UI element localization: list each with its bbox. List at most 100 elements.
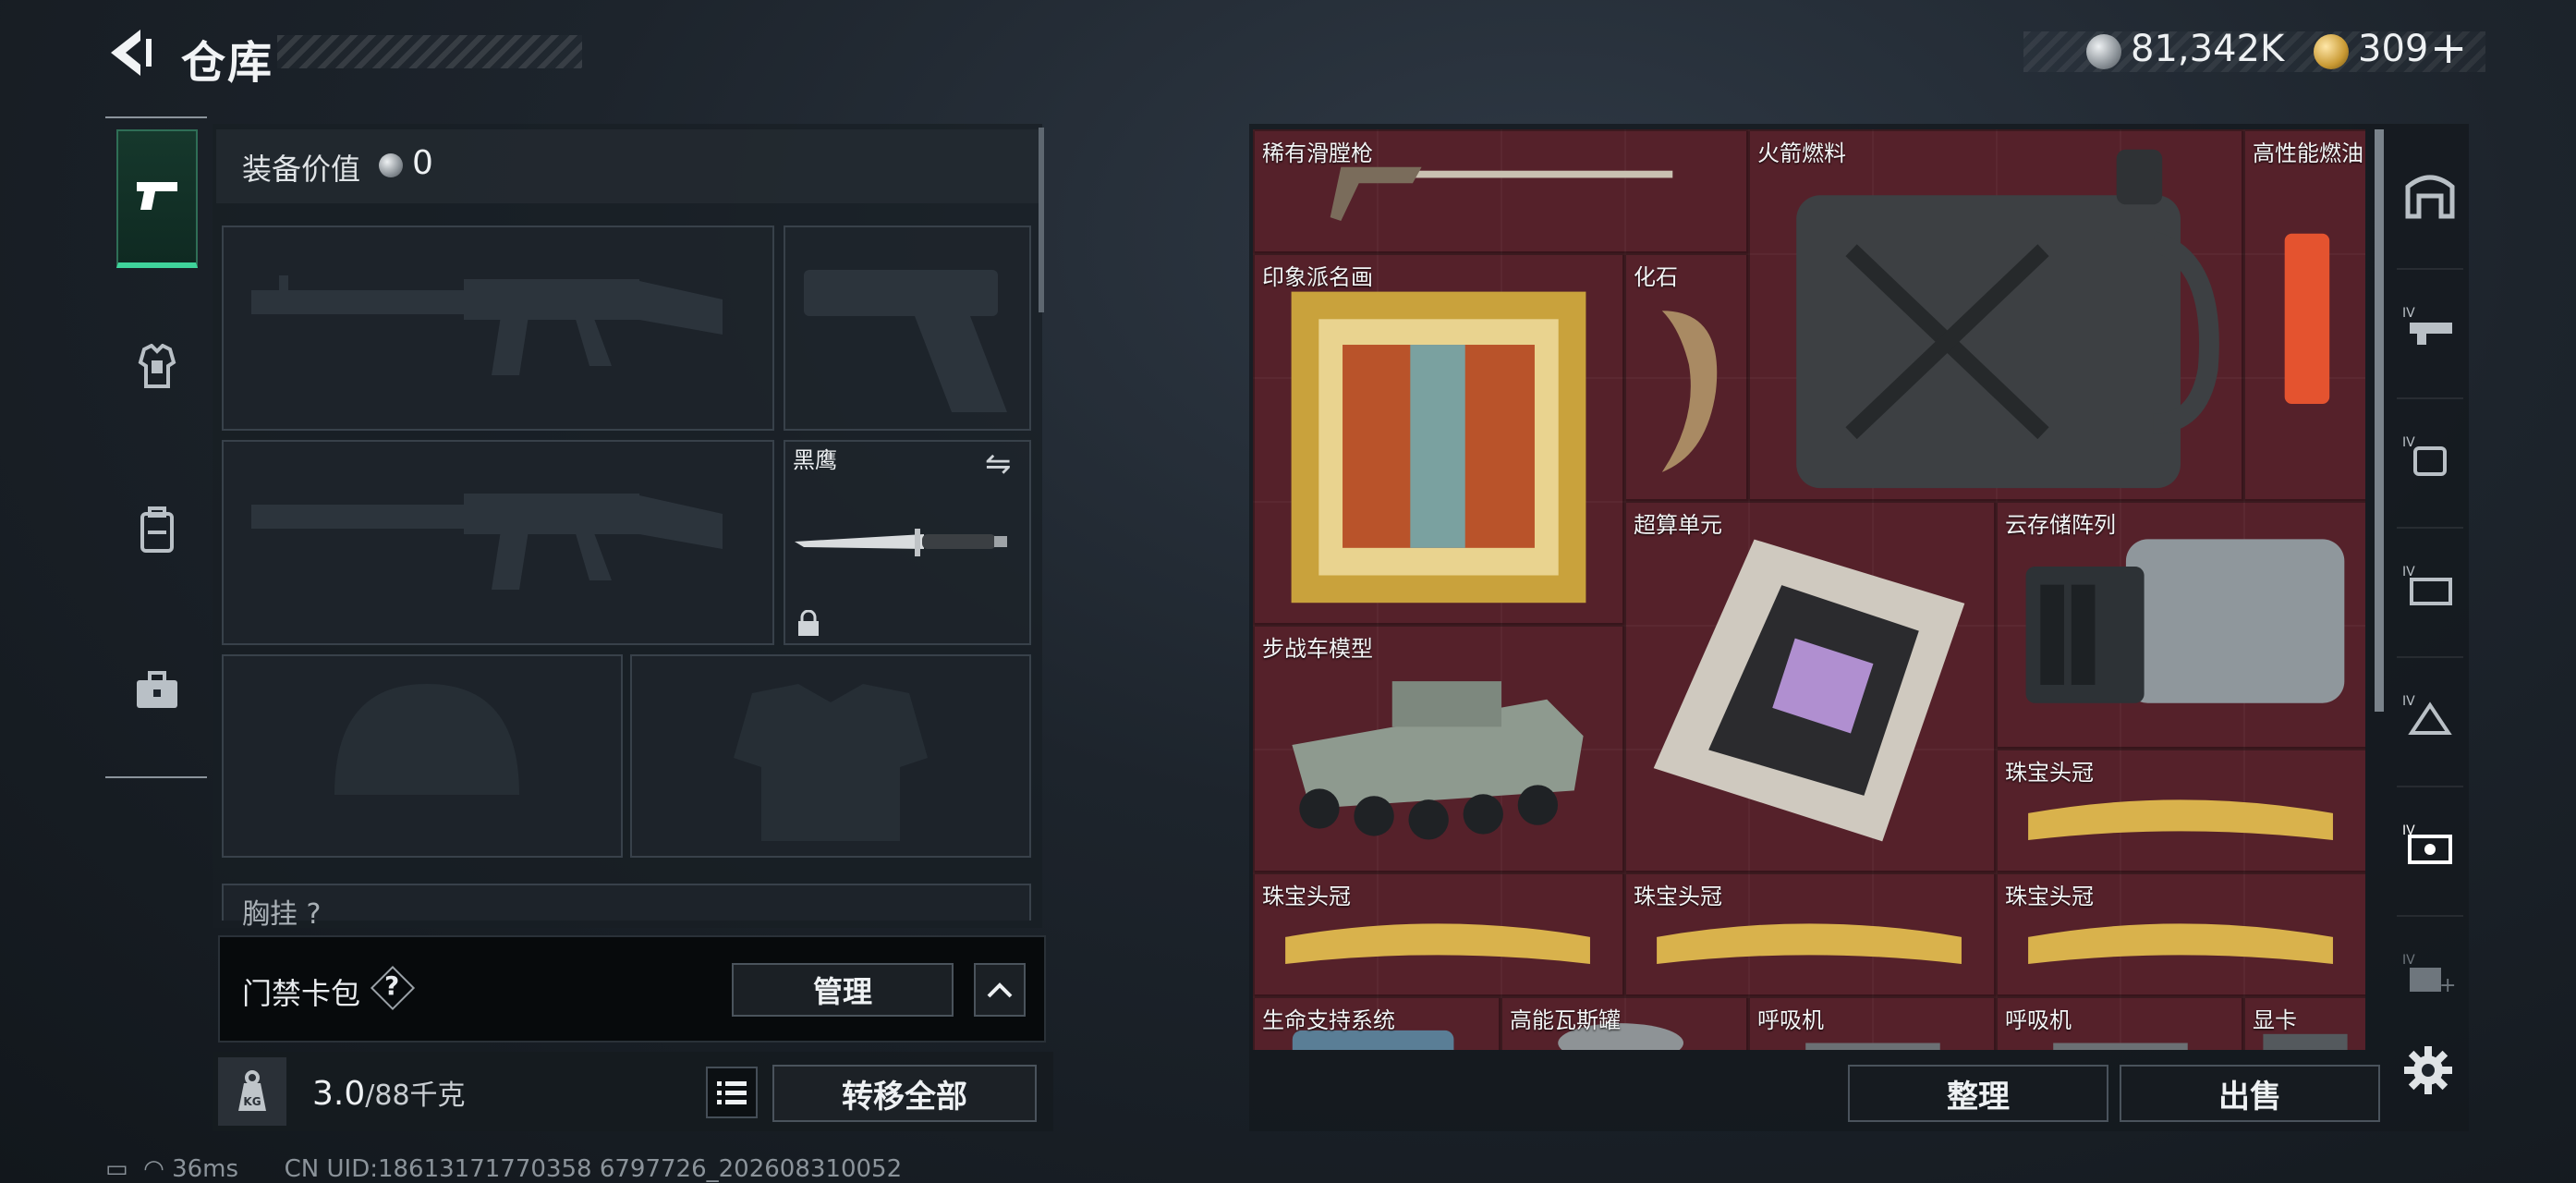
- equip-value: 0: [412, 144, 433, 182]
- stash-folder-icon: IV: [2402, 565, 2452, 605]
- stash-scrollbar[interactable]: [2375, 129, 2384, 712]
- uid-readout: CN UID:18613171770358 6797726_2026083100…: [284, 1155, 903, 1183]
- svg-text:IV: IV: [2402, 435, 2415, 450]
- add-stash-icon: IV +: [2402, 953, 2456, 995]
- lock-icon: [796, 609, 820, 641]
- storage-array-icon: [2025, 539, 2345, 703]
- loadout-scrollbar[interactable]: [1039, 128, 1044, 312]
- item-label: 珠宝头冠: [1634, 884, 1722, 909]
- item-label: 火箭燃料: [1757, 140, 1846, 166]
- stash-item[interactable]: 高能瓦斯罐: [1501, 996, 1748, 1050]
- weight-readout: 3.0/88千克: [312, 1072, 466, 1113]
- vest-slot[interactable]: [630, 654, 1031, 858]
- item-label: 云存储阵列: [2005, 512, 2116, 538]
- battery-icon: ▭: [105, 1155, 128, 1183]
- svg-text:+: +: [2439, 974, 2456, 995]
- sell-button[interactable]: 出售: [2120, 1065, 2380, 1122]
- stash-item[interactable]: 火箭燃料: [1748, 129, 2243, 501]
- item-label: 呼吸机: [2005, 1007, 2072, 1033]
- stash-item[interactable]: 超算单元: [1624, 501, 1996, 872]
- equip-value-label: 装备价值: [242, 152, 361, 187]
- warehouse-icon: [2405, 175, 2455, 219]
- sort-button[interactable]: 整理: [1848, 1065, 2108, 1122]
- swap-icon[interactable]: ⇋: [985, 445, 1012, 482]
- weight-icon: KG: [218, 1057, 286, 1126]
- item-label: 印象派名画: [1262, 264, 1373, 290]
- stash-item[interactable]: 珠宝头冠: [1624, 872, 1996, 996]
- stash-tab-4[interactable]: IV: [2397, 656, 2463, 769]
- briefcase-icon: [137, 671, 177, 708]
- stash-gun-icon: IV: [2402, 306, 2452, 345]
- gold-coin-icon: [2314, 34, 2349, 69]
- stash-tab-5[interactable]: IV: [2397, 786, 2463, 898]
- stash-item[interactable]: 珠宝头冠: [1253, 872, 1624, 996]
- add-currency-button[interactable]: +: [2430, 22, 2467, 74]
- stash-tab-1[interactable]: IV: [2397, 268, 2463, 381]
- nav-tab-weapons[interactable]: [116, 129, 198, 268]
- stash-item[interactable]: 呼吸机: [1996, 996, 2243, 1050]
- svg-text:IV: IV: [2402, 565, 2415, 579]
- transfer-all-button[interactable]: 转移全部: [772, 1065, 1037, 1122]
- svg-text:IV: IV: [2402, 953, 2415, 968]
- back-arrow-icon: [111, 30, 152, 76]
- stash-item[interactable]: 步战车模型: [1253, 625, 1624, 872]
- stash-item[interactable]: 珠宝头冠: [1996, 872, 2365, 996]
- stash-tab-main[interactable]: [2397, 139, 2463, 250]
- collapse-button[interactable]: [974, 963, 1026, 1017]
- page-title: 仓库: [181, 37, 274, 89]
- nav-tab-backpack[interactable]: [116, 460, 198, 599]
- helmet-slot[interactable]: [222, 654, 623, 858]
- item-label: 珠宝头冠: [1262, 884, 1351, 909]
- list-view-button[interactable]: [706, 1067, 758, 1118]
- stash-item[interactable]: 高性能燃油: [2243, 129, 2365, 501]
- ping-readout: 36ms: [172, 1155, 239, 1183]
- back-button[interactable]: [103, 24, 155, 81]
- supercomputer-board-icon: [1653, 539, 1965, 842]
- primary-weapon-slot-1[interactable]: [222, 226, 774, 431]
- rifle-silhouette-icon: [251, 275, 723, 375]
- manage-button[interactable]: 管理: [732, 963, 954, 1017]
- fossil-claw-icon: [1661, 311, 1718, 472]
- pistol-slot[interactable]: [784, 226, 1031, 431]
- chest-rig-slot[interactable]: [222, 884, 1031, 921]
- chest-rig-label: 胸挂 ?: [242, 898, 322, 931]
- title-decoration: [277, 35, 582, 68]
- painting-icon: [1291, 291, 1586, 604]
- stash-armor-icon: IV: [2402, 435, 2447, 476]
- stash-item[interactable]: 稀有滑膛枪: [1253, 129, 1748, 253]
- stash-item[interactable]: 化石: [1624, 253, 1748, 501]
- stash-valuables-icon: IV: [2402, 823, 2452, 864]
- helmet-silhouette-icon: [334, 684, 519, 795]
- stash-item[interactable]: 生命支持系统: [1253, 996, 1501, 1050]
- stash-tab-add[interactable]: IV +: [2397, 915, 2463, 1028]
- stash-item[interactable]: 印象派名画: [1253, 253, 1624, 625]
- settings-button[interactable]: [2402, 1044, 2454, 1100]
- svg-text:IV: IV: [2402, 306, 2415, 321]
- primary-weapon-slot-2[interactable]: [222, 440, 774, 645]
- stash-tab-2[interactable]: IV: [2397, 397, 2463, 510]
- item-label: 珠宝头冠: [2005, 760, 2094, 786]
- stash-item[interactable]: 呼吸机: [1748, 996, 1996, 1050]
- item-label: 呼吸机: [1757, 1007, 1824, 1033]
- svg-text:IV: IV: [2402, 694, 2415, 709]
- item-label: 生命支持系统: [1262, 1007, 1395, 1033]
- armor-icon: [138, 344, 176, 388]
- weight-current: 3.0: [312, 1075, 366, 1113]
- nav-tab-case[interactable]: [116, 621, 198, 760]
- stash-item[interactable]: 云存储阵列: [1996, 501, 2365, 749]
- stash-item[interactable]: 显卡: [2243, 996, 2365, 1050]
- gold-currency-value: 309: [2358, 28, 2429, 70]
- status-bar: ▭ ◠ 36ms CN UID:18613171770358 6797726_2…: [105, 1155, 902, 1183]
- nav-divider-bottom: [105, 776, 207, 778]
- svg-text:KG: KG: [243, 1095, 261, 1108]
- fuel-can-icon: [1796, 149, 2219, 489]
- stash-warning-icon: IV: [2402, 694, 2452, 735]
- list-icon: [717, 1081, 747, 1104]
- stash-tab-3[interactable]: IV: [2397, 527, 2463, 640]
- silver-coin-icon: [379, 153, 403, 177]
- nav-tab-armor[interactable]: [116, 298, 198, 436]
- stash-item[interactable]: 珠宝头冠: [1996, 749, 2365, 872]
- silver-currency-value: 81,342K: [2131, 28, 2285, 70]
- pistol-silhouette-icon: [804, 270, 1007, 412]
- item-label: 显卡: [2253, 1007, 2297, 1033]
